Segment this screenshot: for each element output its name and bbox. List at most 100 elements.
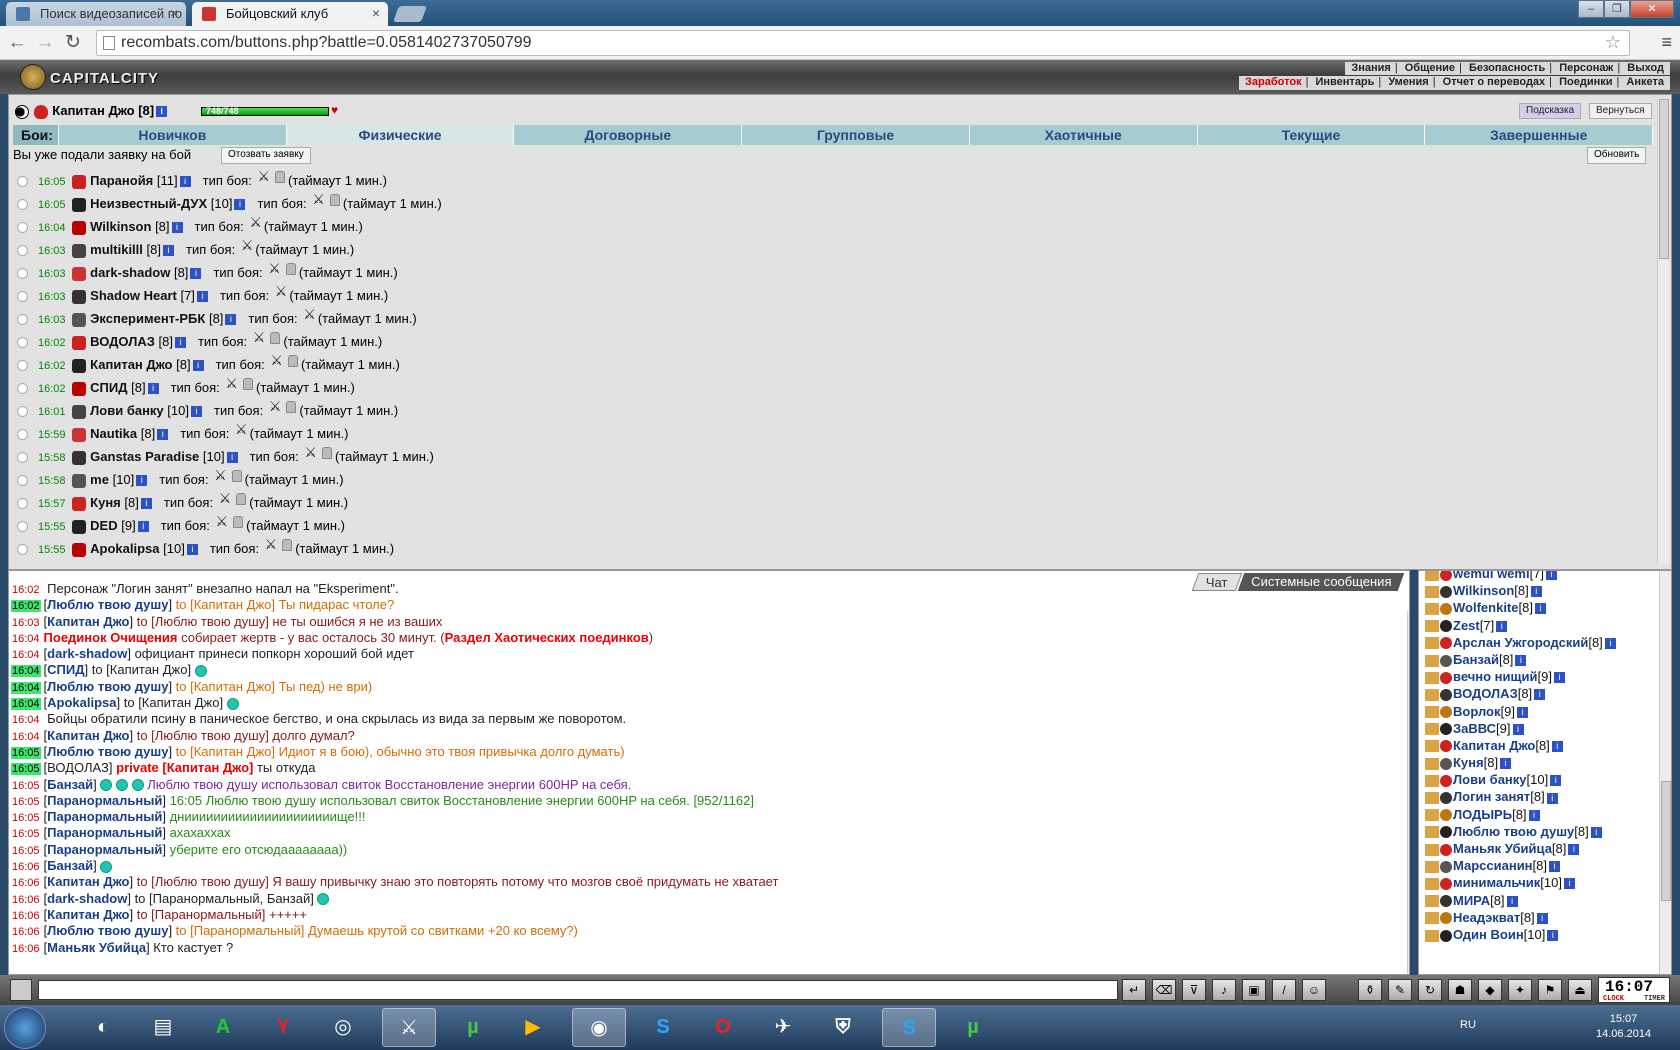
- info-icon[interactable]: i: [1546, 792, 1558, 804]
- battle-row[interactable]: 16:03 Shadow Heart [7] i тип боя: ⚔ (таймау…: [17, 283, 1637, 307]
- chat-time[interactable]: 16:04: [11, 731, 41, 743]
- chat-scrollbar[interactable]: [1407, 611, 1409, 974]
- info-icon[interactable]: i: [1515, 655, 1527, 666]
- skype-window-icon[interactable]: S: [882, 1008, 936, 1047]
- app-a-icon[interactable]: A: [196, 1008, 250, 1047]
- battle-row[interactable]: 15:58 Ganstas Paradise [10] i тип боя: ⚔ (т…: [17, 444, 1637, 468]
- user-name[interactable]: минимальчик: [1453, 875, 1540, 890]
- info-icon[interactable]: i: [136, 475, 148, 487]
- battle-radio[interactable]: [17, 245, 28, 257]
- info-icon[interactable]: i: [174, 337, 186, 349]
- user-name[interactable]: Маньяк Убийца: [1453, 841, 1552, 856]
- info-icon[interactable]: i: [1534, 603, 1546, 615]
- invite-icon[interactable]: [1425, 877, 1439, 890]
- team-icon[interactable]: ☗: [1448, 979, 1472, 1001]
- invite-icon[interactable]: [1425, 895, 1439, 908]
- chat-nick[interactable]: Капитан Джо: [47, 728, 129, 743]
- user-item[interactable]: Лови банку[10] i: [1425, 771, 1616, 788]
- battle-player-name[interactable]: Wilkinson: [90, 219, 151, 234]
- restore-icon[interactable]: ❐: [1604, 0, 1630, 18]
- send-icon[interactable]: ↵: [1122, 979, 1146, 1001]
- chat-nick[interactable]: Apokalipsa: [47, 695, 116, 710]
- info-icon[interactable]: i: [1500, 758, 1512, 770]
- info-icon[interactable]: i: [1604, 637, 1616, 649]
- opera-icon[interactable]: O: [696, 1008, 750, 1047]
- user-name[interactable]: Капитан Джо: [1453, 738, 1535, 753]
- info-icon[interactable]: i: [190, 406, 202, 418]
- menu-transfer-report[interactable]: Отчет о переводах: [1443, 76, 1546, 88]
- tab-group[interactable]: Групповые: [742, 125, 970, 145]
- chat-nick[interactable]: Капитан Джо: [47, 907, 129, 922]
- info-icon[interactable]: i: [179, 176, 191, 188]
- info-icon[interactable]: i: [1496, 620, 1508, 632]
- info-icon[interactable]: i: [1563, 878, 1575, 890]
- chat-nick[interactable]: Банзай: [47, 777, 93, 792]
- save-icon[interactable]: ▣: [1242, 979, 1266, 1001]
- chat-time[interactable]: 16:06: [11, 943, 41, 955]
- invite-icon[interactable]: [1425, 671, 1439, 684]
- battle-row[interactable]: 16:03 dark-shadow [8] i тип боя: ⚔ (таймаут…: [17, 260, 1637, 284]
- user-name[interactable]: Лови банку: [1453, 772, 1527, 787]
- menu-security[interactable]: Безопасность: [1469, 62, 1545, 74]
- info-icon[interactable]: i: [192, 360, 204, 372]
- battle-row[interactable]: 16:02 СПИД [8] i тип боя: ⚔ (таймаут 1 мин.…: [17, 375, 1637, 399]
- chat-time[interactable]: 16:05: [11, 812, 41, 824]
- battle-player-name[interactable]: ВОДОЛАЗ: [90, 334, 155, 349]
- eraser-icon[interactable]: ⌫: [1152, 979, 1176, 1001]
- user-name[interactable]: Арслан Ужгородский: [1453, 635, 1588, 650]
- user-item[interactable]: Арслан Ужгородский[8] i: [1425, 634, 1616, 651]
- battle-row[interactable]: 15:55 DED [9] i тип боя: ⚔ (таймаут 1 мин.): [17, 513, 1637, 537]
- battle-list-scrollbar[interactable]: [1657, 99, 1669, 564]
- invite-icon[interactable]: [1425, 602, 1439, 615]
- user-name[interactable]: Банзай: [1453, 652, 1499, 667]
- user-name[interactable]: Wilkinson: [1453, 583, 1514, 598]
- menu-exit[interactable]: Выход: [1627, 62, 1664, 74]
- invite-icon[interactable]: [1425, 654, 1439, 667]
- explorer-icon[interactable]: ▤: [136, 1008, 190, 1047]
- info-icon[interactable]: i: [190, 268, 202, 280]
- chat-nick[interactable]: Люблю твою душу: [47, 744, 168, 759]
- user-name[interactable]: ЗаВВС: [1453, 721, 1496, 736]
- chat-nick[interactable]: Банзай: [47, 858, 93, 873]
- chat-nick[interactable]: dark-shadow: [47, 891, 127, 906]
- info-icon[interactable]: i: [157, 429, 169, 441]
- battle-player-name[interactable]: Лови банку: [90, 403, 164, 418]
- info-icon[interactable]: i: [1506, 895, 1518, 907]
- menu-icon[interactable]: ≡: [1661, 32, 1672, 53]
- battle-radio[interactable]: [17, 544, 28, 556]
- chat-time[interactable]: 16:04: [11, 698, 41, 711]
- bag-icon[interactable]: ◆: [1478, 979, 1502, 1001]
- invite-icon[interactable]: [1425, 620, 1439, 633]
- chat-mode-button[interactable]: [10, 979, 32, 1001]
- battle-radio[interactable]: [17, 429, 28, 441]
- refresh-chat-icon[interactable]: ↻: [1418, 979, 1442, 1001]
- chat-time[interactable]: 16:05: [11, 796, 41, 808]
- invite-icon[interactable]: [1425, 571, 1439, 581]
- reload-icon[interactable]: ↻: [62, 32, 84, 54]
- user-item[interactable]: Люблю твою душу[8] i: [1425, 823, 1616, 840]
- chat-nick[interactable]: Маньяк Убийца: [47, 940, 146, 955]
- user-item[interactable]: ЗаВВС[9] i: [1425, 720, 1616, 737]
- info-icon[interactable]: i: [1546, 571, 1558, 581]
- invite-icon[interactable]: [1425, 757, 1439, 770]
- chat-time[interactable]: 16:05: [11, 828, 41, 840]
- battle-player-name[interactable]: Apokalipsa: [90, 541, 159, 556]
- menu-knowledge[interactable]: Знания: [1351, 62, 1390, 74]
- menu-profile[interactable]: Анкета: [1626, 76, 1664, 88]
- chat-nick[interactable]: Паранормальный: [47, 825, 162, 840]
- battle-radio[interactable]: [17, 521, 28, 533]
- chat-time[interactable]: 16:06: [11, 877, 41, 889]
- info-icon[interactable]: i: [196, 291, 208, 303]
- chat-nick[interactable]: dark-shadow: [47, 646, 127, 661]
- chat-nick[interactable]: Паранормальный: [47, 809, 162, 824]
- tab-contract[interactable]: Договорные: [514, 125, 743, 145]
- user-item[interactable]: Маньяк Убийца[8] i: [1425, 840, 1616, 857]
- chat-nick[interactable]: Капитан Джо: [47, 614, 129, 629]
- user-item[interactable]: Один Воин[10] i: [1425, 926, 1616, 943]
- chat-time[interactable]: 16:04: [11, 681, 41, 694]
- chrome-icon[interactable]: ◉: [572, 1008, 626, 1047]
- invite-icon[interactable]: [1425, 912, 1439, 925]
- battle-radio[interactable]: [17, 268, 28, 280]
- user-item[interactable]: минимальчик[10] i: [1425, 874, 1616, 891]
- battle-player-name[interactable]: Паранойя: [90, 173, 153, 188]
